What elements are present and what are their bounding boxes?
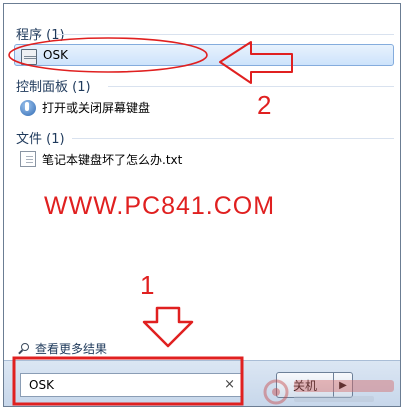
group-divider — [56, 34, 394, 35]
see-more-results-label: 查看更多结果 — [35, 342, 108, 356]
start-menu-search-panel: 程序 (1) OSK 控制面板 (1) 打开或关闭屏幕键盘 文件 (1) 笔记本… — [3, 3, 401, 407]
result-item-label: 打开或关闭屏幕键盘 — [42, 100, 151, 115]
annotation-step-1: 1 — [140, 270, 155, 300]
clear-search-icon[interactable]: × — [224, 377, 235, 392]
result-item-txt-file[interactable]: 笔记本键盘坏了怎么办.txt — [14, 148, 394, 170]
result-item-osk[interactable]: OSK — [14, 44, 394, 66]
group-divider — [72, 138, 394, 139]
site-logo-watermark — [263, 379, 394, 405]
control-panel-icon — [20, 99, 36, 116]
group-title-files: 文件 (1) — [16, 132, 65, 147]
annotation-step-2: 2 — [257, 90, 272, 120]
group-title-control-panel: 控制面板 (1) — [16, 80, 91, 95]
group-divider — [108, 86, 394, 87]
keyboard-icon — [21, 48, 37, 65]
watermark-text: WWW.PC841.COM — [44, 192, 276, 220]
see-more-results-link[interactable]: 查看更多结果 — [18, 340, 107, 357]
result-item-label: OSK — [43, 48, 68, 62]
result-item-toggle-osk[interactable]: 打开或关闭屏幕键盘 — [14, 96, 394, 118]
text-document-icon — [20, 151, 36, 167]
search-input[interactable]: OSK × — [20, 373, 242, 397]
arrow-down-icon — [142, 306, 194, 348]
search-icon — [18, 343, 29, 354]
search-input-value: OSK — [29, 378, 54, 392]
result-item-label: 笔记本键盘坏了怎么办.txt — [42, 152, 183, 167]
